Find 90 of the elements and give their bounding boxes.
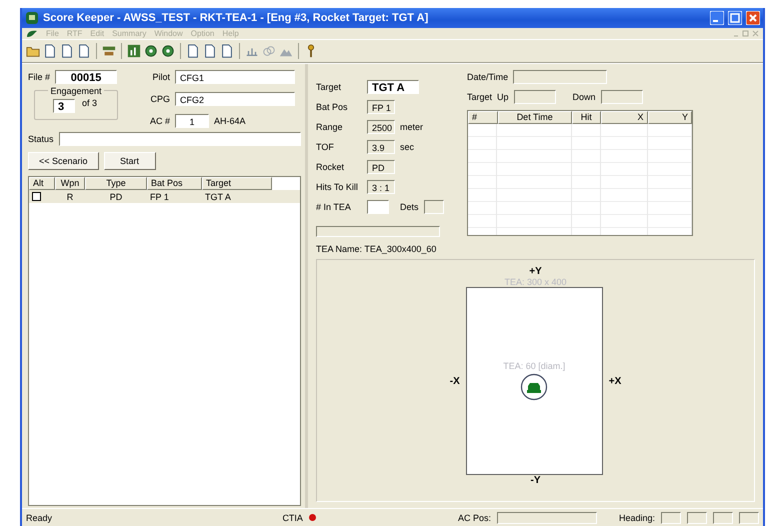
field-label: Pilot	[151, 70, 170, 84]
group-label: Engagement	[48, 85, 104, 98]
toolbar-icon[interactable]	[102, 44, 116, 58]
folder-icon[interactable]	[26, 44, 40, 58]
value-field[interactable]: TGT A	[367, 80, 419, 94]
heading-field	[687, 512, 707, 524]
axis-label: +X	[608, 376, 622, 387]
status-dot-icon	[308, 514, 316, 521]
field-label: Rocket	[316, 160, 346, 174]
field-label: Down	[572, 90, 596, 104]
document-icon[interactable]	[60, 44, 74, 58]
close-icon[interactable]	[746, 11, 760, 25]
column-header[interactable]: Y	[648, 111, 692, 124]
chart-icon[interactable]	[127, 44, 141, 58]
heading-field	[739, 512, 759, 524]
gear-icon[interactable]	[144, 44, 158, 58]
file-number-field[interactable]: 00015	[55, 70, 118, 84]
table-row[interactable]: R PD FP 1 TGT A	[29, 190, 300, 203]
target-up-field[interactable]	[514, 90, 556, 104]
field-label: CPG	[149, 92, 170, 106]
tea-name: TEA Name: TEA_300x400_60	[316, 243, 438, 256]
field-label: Target	[467, 90, 492, 104]
column-header[interactable]: Target	[202, 177, 272, 190]
target-vehicle-icon	[520, 373, 548, 402]
field-label: TOF	[316, 140, 335, 154]
engagement-field[interactable]: 3	[52, 99, 75, 114]
document-icon[interactable]	[77, 44, 91, 58]
gear-icon[interactable]	[161, 44, 175, 58]
minimize-icon[interactable]	[710, 11, 724, 25]
value-field[interactable]: FP 1	[367, 100, 395, 114]
table-cell-text: R	[66, 192, 74, 202]
date-time-field[interactable]	[513, 70, 608, 84]
value-field[interactable]: 2500	[367, 120, 395, 134]
dets-field[interactable]	[424, 200, 444, 214]
heading-label: Heading:	[618, 512, 655, 522]
field-label: Status	[28, 132, 54, 146]
heading-field	[713, 512, 733, 524]
document-icon[interactable]	[203, 44, 217, 58]
field-label: Bat Pos	[316, 100, 349, 114]
field-label: Range	[316, 120, 344, 134]
column-header[interactable]: X	[600, 111, 648, 124]
unit-label: meter	[400, 120, 424, 134]
table-cell-text: PD	[108, 192, 124, 202]
start-button[interactable]: Start	[104, 152, 156, 170]
field-label: Hits To Kill	[316, 180, 359, 194]
document-icon[interactable]	[186, 44, 200, 58]
value-field[interactable]: 3 : 1	[367, 180, 395, 194]
axis-label: -Y	[530, 475, 540, 486]
pilot-field[interactable]: CFG1	[175, 70, 295, 84]
aircraft-type: AH-64A	[214, 114, 246, 128]
column-header[interactable]: Bat Pos	[147, 177, 202, 190]
axis-label: +Y	[529, 266, 542, 278]
column-header[interactable]: #	[468, 111, 498, 124]
field-label: AC #	[148, 114, 170, 128]
field-label: Up	[497, 90, 509, 104]
ctia-label: CTIA	[282, 512, 303, 522]
cpg-field[interactable]: CFG2	[175, 92, 295, 106]
axis-label: -X	[450, 376, 460, 387]
target-down-field[interactable]	[600, 90, 643, 104]
ac-field[interactable]: 1	[175, 114, 209, 128]
status-field[interactable]	[58, 132, 301, 146]
column-header[interactable]: Type	[85, 177, 147, 190]
ac-pos-label: AC Pos:	[458, 512, 491, 522]
column-header[interactable]: Det Time	[498, 111, 572, 124]
value-field[interactable]: PD	[367, 160, 395, 174]
status-message: Ready	[26, 512, 52, 522]
scenario-button[interactable]: << Scenario	[28, 152, 99, 170]
in-tea-field[interactable]	[367, 200, 389, 214]
field-label: Target	[316, 80, 342, 94]
document-icon[interactable]	[43, 44, 57, 58]
column-header[interactable]: Alt	[29, 177, 55, 190]
table-cell-text: FP 1	[149, 192, 170, 202]
checkbox[interactable]	[32, 192, 41, 201]
window-title: Score Keeper - AWSS_TEST - RKT-TEA-1 - [Eng #3, Rocket Target: TGT A]	[43, 12, 430, 24]
engagement-total: of 3	[80, 97, 99, 110]
field-label: # In TEA	[316, 200, 352, 214]
value-field[interactable]: 3.9	[367, 140, 395, 154]
table-cell-text: TGT A	[204, 192, 232, 202]
circle-label: TEA: 60 [diam.]	[503, 361, 566, 372]
app-icon	[26, 29, 38, 38]
heading-field	[661, 512, 681, 524]
field-label: Date/Time	[467, 70, 508, 84]
document-icon[interactable]	[220, 44, 234, 58]
app-icon	[25, 11, 39, 25]
unit-label: sec	[400, 140, 416, 154]
column-header[interactable]: Hit	[572, 111, 601, 124]
maximize-icon[interactable]	[728, 11, 742, 25]
column-header[interactable]: Wpn	[55, 177, 85, 190]
field-label: File #	[28, 70, 50, 84]
field-label: Dets	[400, 200, 419, 214]
